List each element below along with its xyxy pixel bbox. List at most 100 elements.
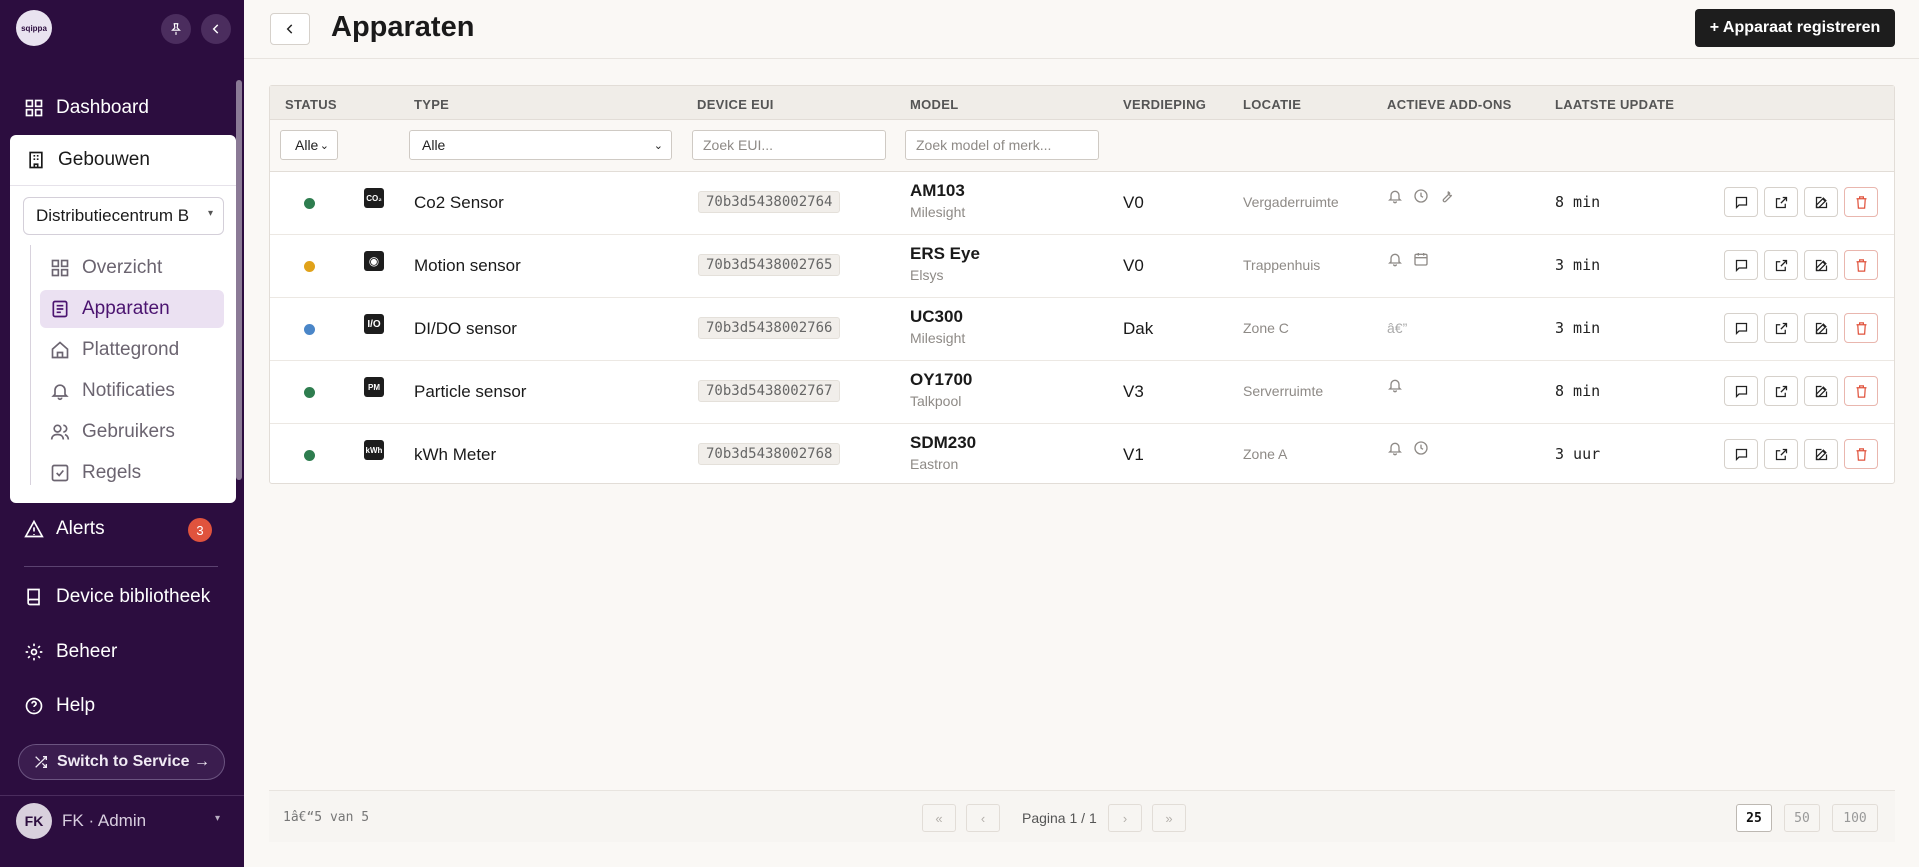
table-row[interactable]: kWh kWh Meter 70b3d5438002768 SDM230 Eas… — [270, 424, 1894, 487]
eui-search-input[interactable]: Zoek EUI... — [692, 130, 886, 160]
message-button[interactable] — [1724, 376, 1758, 406]
type-filter-select[interactable]: Alle ⌄ — [409, 130, 672, 160]
grid-icon — [51, 259, 69, 277]
sidebar-item-plattegrond[interactable]: Plattegrond — [40, 331, 224, 369]
model-brand: Talkpool — [910, 393, 962, 409]
status-filter-select[interactable]: Alle ⌄ — [280, 130, 338, 160]
edit-button[interactable] — [1804, 439, 1838, 469]
sidebar-item-regels[interactable]: Regels — [40, 454, 224, 492]
open-external-button[interactable] — [1764, 187, 1798, 217]
delete-button[interactable] — [1844, 376, 1878, 406]
switch-to-service-button[interactable]: Switch to Service → — [18, 744, 225, 780]
last-update: 8 min — [1555, 193, 1601, 211]
trash-icon — [1856, 258, 1866, 272]
avatar[interactable]: FK — [16, 803, 52, 839]
model-name: UC300 — [910, 307, 963, 326]
nav-buildings[interactable]: Gebouwen — [26, 149, 150, 171]
delete-button[interactable] — [1844, 313, 1878, 343]
nav-alerts[interactable]: Alerts — [24, 518, 105, 540]
grid-icon — [25, 99, 43, 117]
edit-button[interactable] — [1804, 313, 1838, 343]
nav-help[interactable]: Help — [24, 695, 95, 717]
help-icon — [25, 697, 43, 715]
delete-button[interactable] — [1844, 250, 1878, 280]
col-active-addons[interactable]: ACTIEVE ADD-ONS — [1387, 97, 1512, 112]
message-icon — [1735, 385, 1747, 398]
nav-management[interactable]: Beheer — [24, 641, 117, 663]
edit-button[interactable] — [1804, 250, 1838, 280]
sidebar-item-notificaties[interactable]: Notificaties — [40, 372, 224, 410]
last-update: 8 min — [1555, 382, 1601, 400]
model-search-input[interactable]: Zoek model of merk... — [905, 130, 1099, 160]
status-indicator — [304, 387, 315, 398]
message-icon — [1735, 322, 1747, 335]
bell-icon — [51, 384, 69, 401]
panel-divider — [10, 185, 236, 186]
edit-button[interactable] — [1804, 376, 1838, 406]
back-button[interactable] — [270, 13, 310, 45]
location: Zone A — [1243, 446, 1288, 462]
open-external-button[interactable] — [1764, 250, 1798, 280]
table-row[interactable]: CO₂ Co2 Sensor 70b3d5438002764 AM103 Mil… — [270, 172, 1894, 235]
first-page-button[interactable]: « — [922, 804, 956, 832]
page-size-25[interactable]: 25 — [1736, 804, 1772, 832]
bell-icon — [1388, 190, 1402, 204]
message-button[interactable] — [1724, 313, 1758, 343]
row-count: 1â€“5 van 5 — [283, 810, 370, 825]
external-link-icon — [1775, 196, 1787, 208]
sidebar-item-gebruikers[interactable]: Gebruikers — [40, 413, 224, 451]
edit-button[interactable] — [1804, 187, 1838, 217]
table-row[interactable]: ◉ Motion sensor 70b3d5438002765 ERS Eye … — [270, 235, 1894, 298]
col-floor[interactable]: VERDIEPING — [1123, 97, 1206, 112]
user-name[interactable]: FK · Admin — [62, 811, 146, 831]
trash-icon — [1856, 195, 1866, 209]
col-model[interactable]: MODEL — [910, 97, 958, 112]
next-page-button[interactable]: › — [1108, 804, 1142, 832]
nav-device-library-label: Device bibliotheek — [56, 586, 211, 607]
device-type: Motion sensor — [414, 256, 521, 275]
external-link-icon — [1775, 448, 1787, 460]
open-external-button[interactable] — [1764, 376, 1798, 406]
last-page-button[interactable]: » — [1152, 804, 1186, 832]
col-last-update[interactable]: LAATSTE UPDATE — [1555, 97, 1674, 112]
bell-icon — [1388, 253, 1402, 267]
chevron-down-icon[interactable]: ▾ — [215, 813, 220, 824]
table-row[interactable]: PM Particle sensor 70b3d5438002767 OY170… — [270, 361, 1894, 424]
building-icon — [29, 151, 43, 169]
col-device-eui[interactable]: DEVICE EUI — [697, 97, 774, 112]
message-button[interactable] — [1724, 250, 1758, 280]
building-select[interactable]: Distributiecentrum B ▾ — [23, 197, 224, 235]
sidebar-item-apparaten[interactable]: Apparaten — [40, 290, 224, 328]
col-status[interactable]: STATUS — [285, 97, 337, 112]
device-eui: 70b3d5438002765 — [698, 254, 841, 276]
prev-page-button[interactable]: ‹ — [966, 804, 1000, 832]
open-external-button[interactable] — [1764, 313, 1798, 343]
table-row[interactable]: I/O DI/DO sensor 70b3d5438002766 UC300 M… — [270, 298, 1894, 361]
location: Zone C — [1243, 320, 1289, 336]
type-filter-value: Alle — [422, 137, 446, 153]
page-size-50[interactable]: 50 — [1784, 804, 1820, 832]
logo-text: sqippa — [21, 23, 47, 33]
message-button[interactable] — [1724, 187, 1758, 217]
message-button[interactable] — [1724, 439, 1758, 469]
app-logo[interactable]: sqippa — [16, 10, 52, 46]
chevron-left-icon — [286, 24, 293, 34]
page-size-100[interactable]: 100 — [1832, 804, 1878, 832]
collapse-sidebar-button[interactable] — [201, 14, 231, 44]
sidebar-item-overzicht[interactable]: Overzicht — [40, 249, 224, 287]
nav-dashboard[interactable]: Dashboard — [24, 97, 149, 119]
delete-button[interactable] — [1844, 439, 1878, 469]
page-label: Pagina 1 / 1 — [1022, 810, 1097, 826]
co2-icon: CO₂ — [364, 188, 384, 208]
pin-button[interactable] — [161, 14, 191, 44]
nav-device-library[interactable]: Device bibliotheek — [24, 586, 210, 608]
sidebar-scrollbar[interactable] — [236, 80, 242, 480]
delete-button[interactable] — [1844, 187, 1878, 217]
nav-divider — [24, 566, 218, 567]
col-location[interactable]: LOCATIE — [1243, 97, 1301, 112]
register-device-button[interactable]: + Apparaat registreren — [1695, 9, 1895, 47]
book-icon — [27, 588, 40, 606]
open-external-button[interactable] — [1764, 439, 1798, 469]
chevron-down-icon: ▾ — [207, 208, 213, 219]
col-type[interactable]: TYPE — [414, 97, 449, 112]
